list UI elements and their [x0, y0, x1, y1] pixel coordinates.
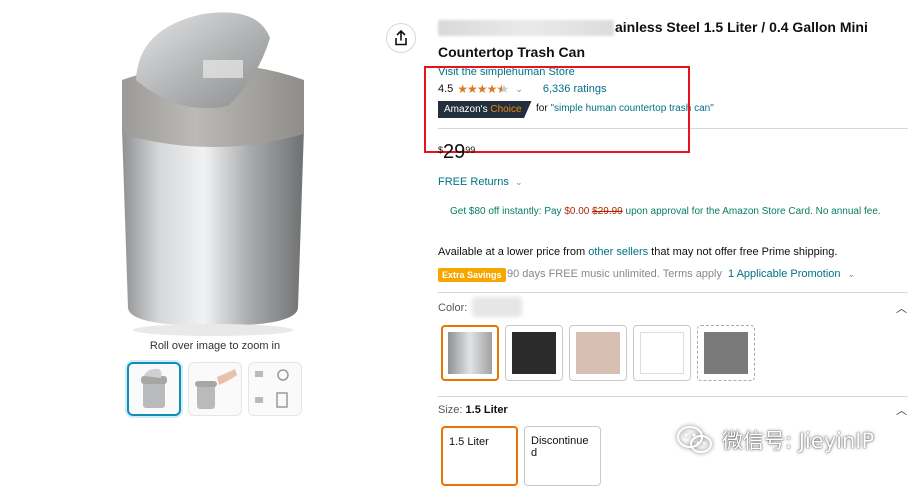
- size-label: Size: 1.5 Liter: [438, 404, 508, 416]
- size-option-1-5-liter[interactable]: 1.5 Liter: [441, 426, 518, 486]
- color-swatch-grey[interactable]: [697, 325, 755, 381]
- divider: [438, 292, 908, 293]
- share-button[interactable]: [386, 23, 416, 53]
- swatch-fill: [448, 332, 492, 374]
- size-option-discontinued[interactable]: Discontinued: [524, 426, 601, 486]
- chevron-down-icon[interactable]: ⌄: [515, 177, 523, 187]
- thumbnail-3[interactable]: [248, 362, 302, 416]
- extra-savings-badge: Extra Savings: [438, 268, 506, 282]
- divider: [438, 396, 908, 397]
- swatch-fill: [704, 332, 748, 374]
- swatch-fill: [512, 332, 556, 374]
- wechat-icon: [677, 426, 712, 453]
- applicable-promotion-link[interactable]: 1 Applicable Promotion ⌄: [728, 268, 855, 280]
- extra-savings-text[interactable]: 90 days FREE music unlimited. Terms appl…: [507, 268, 722, 280]
- color-swatch-black[interactable]: [505, 325, 563, 381]
- price: $ 29 99: [438, 142, 475, 162]
- thumbnail-2[interactable]: [188, 362, 242, 416]
- color-swatch-white[interactable]: [633, 325, 691, 381]
- other-sellers-link[interactable]: other sellers: [588, 246, 648, 258]
- color-swatch-rose[interactable]: [569, 325, 627, 381]
- blurred-color-name: [472, 297, 522, 317]
- product-title-line1: ainless Steel 1.5 Liter / 0.4 Gallon Min…: [615, 19, 868, 35]
- zoom-hint: Roll over image to zoom in: [149, 340, 281, 352]
- thumbnail-1[interactable]: [127, 362, 181, 416]
- product-title-line2: Countertop Trash Can: [438, 44, 586, 60]
- wechat-watermark: 微信号: JieyinIP: [676, 425, 874, 455]
- lower-price-note: Available at a lower price from other se…: [438, 246, 838, 258]
- chevron-down-icon[interactable]: ⌄: [848, 269, 856, 279]
- chevron-up-icon[interactable]: ︿: [896, 300, 907, 316]
- color-swatch-silver[interactable]: [441, 325, 499, 381]
- main-product-image[interactable]: [108, 8, 318, 338]
- swatch-fill: [576, 332, 620, 374]
- watermark-text: 微信号: JieyinIP: [722, 429, 875, 453]
- store-card-offer[interactable]: Get $80 off instantly: Pay $0.00 $29.99 …: [450, 204, 905, 220]
- size-value: 1.5 Liter: [465, 404, 508, 416]
- annotation-highlight-box: [424, 66, 690, 153]
- free-returns-link[interactable]: FREE Returns ⌄: [438, 176, 523, 188]
- chevron-up-icon[interactable]: ︿: [896, 402, 907, 418]
- color-label: Color:: [438, 302, 468, 314]
- price-fraction: 99: [465, 145, 476, 155]
- share-icon: [395, 30, 407, 46]
- swatch-fill: [640, 332, 684, 374]
- price-whole: 29: [443, 141, 466, 163]
- blurred-brand-text: [438, 20, 614, 36]
